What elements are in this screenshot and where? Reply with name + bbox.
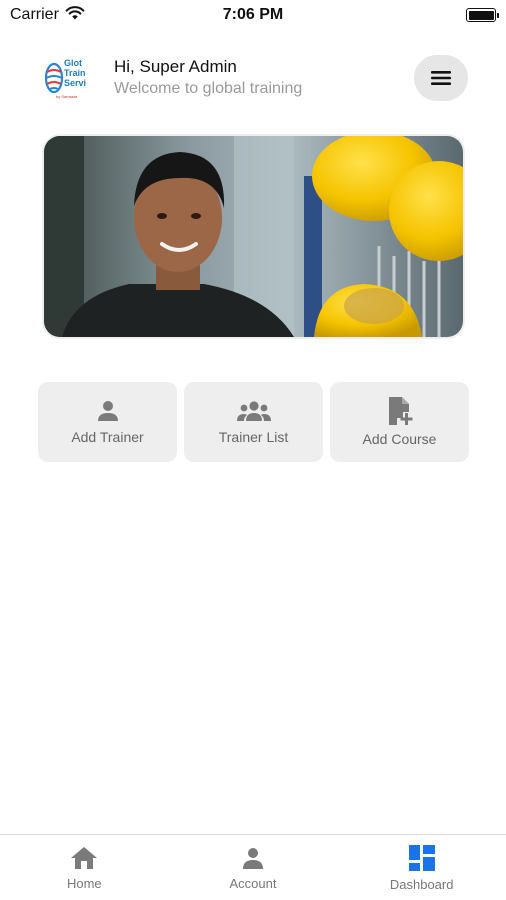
home-icon <box>71 847 98 869</box>
nav-dashboard[interactable]: Dashboard <box>337 835 506 900</box>
nav-home-label: Home <box>66 876 102 891</box>
nav-account[interactable]: Account <box>169 835 338 900</box>
add-document-icon <box>388 397 412 425</box>
nav-dashboard-label: Dashboard <box>389 877 454 892</box>
add-trainer-button[interactable]: Add Trainer <box>38 382 177 462</box>
status-left: Carrier <box>10 5 85 25</box>
group-icon <box>236 401 271 421</box>
add-course-button[interactable]: Add Course <box>330 382 469 462</box>
greeting-subtitle: Welcome to global training <box>114 80 303 97</box>
header: Glot Train Servi by Samasta Hi, Super Ad… <box>42 50 468 106</box>
hamburger-icon <box>431 71 451 85</box>
worker-with-hardhats-image <box>44 136 463 337</box>
bottom-navigation: Home Account Dashboard <box>0 834 506 900</box>
add-trainer-label: Add Trainer <box>71 429 144 445</box>
dashboard-icon <box>408 845 435 871</box>
nav-account-label: Account <box>229 876 277 891</box>
carrier-label: Carrier <box>10 6 59 23</box>
status-bar: Carrier 7:06 PM <box>0 0 506 30</box>
logo-tagline: by Samasta <box>56 94 78 99</box>
trainer-list-label: Trainer List <box>218 429 289 445</box>
account-person-icon <box>243 848 263 869</box>
app-screen: Carrier 7:06 PM Glot Train Servi by Sama… <box>0 0 506 900</box>
person-icon <box>97 401 118 421</box>
battery-icon <box>466 8 499 22</box>
wifi-icon <box>65 5 85 25</box>
add-course-label: Add Course <box>362 431 437 447</box>
trainer-list-button[interactable]: Trainer List <box>184 382 323 462</box>
menu-button[interactable] <box>414 55 468 101</box>
company-logo: Glot Train Servi by Samasta <box>42 50 98 106</box>
nav-home[interactable]: Home <box>0 835 169 900</box>
logo-wordmark: Glot Train Servi <box>64 58 87 88</box>
greeting-block: Hi, Super Admin Welcome to global traini… <box>114 57 414 99</box>
greeting-title: Hi, Super Admin <box>114 57 237 76</box>
quick-actions: Add Trainer Trainer List Add Course <box>38 382 469 462</box>
banner-image <box>42 134 465 339</box>
